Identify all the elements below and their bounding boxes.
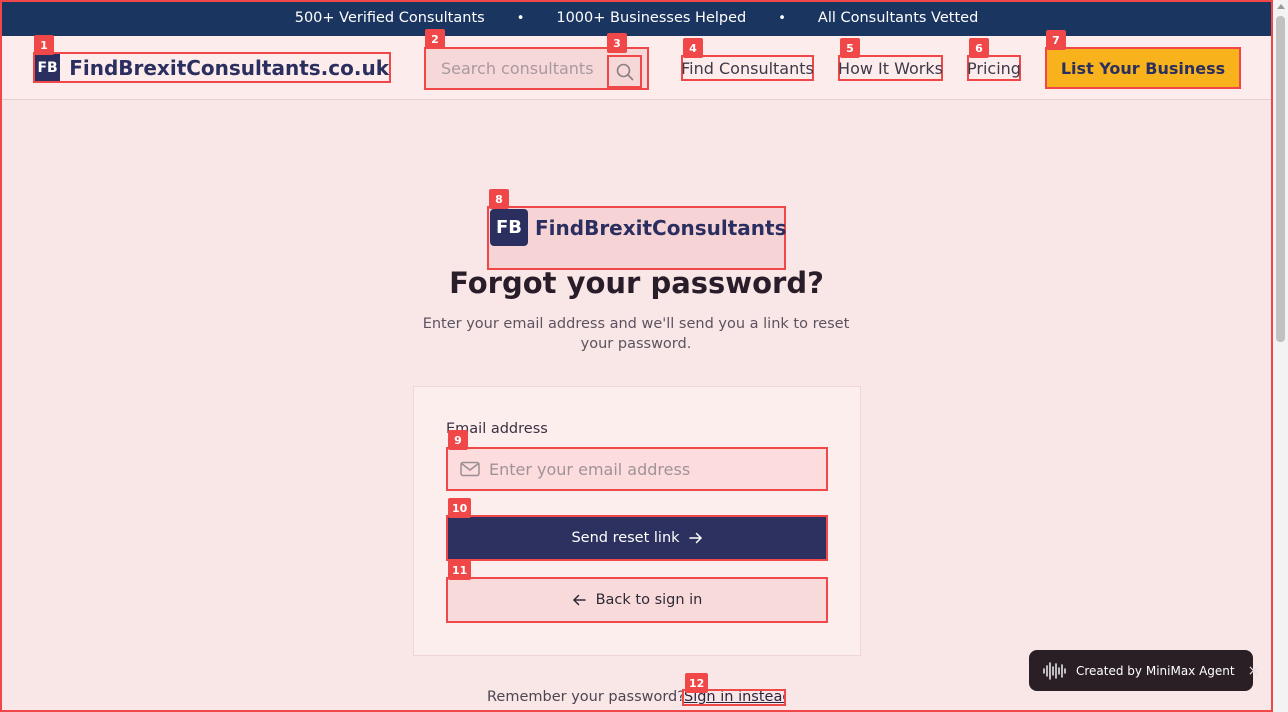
mail-icon xyxy=(460,461,480,477)
back-to-sign-in-button[interactable]: Back to sign in xyxy=(446,577,828,623)
page-title: Forgot your password? xyxy=(449,266,824,300)
logo-mark: FB xyxy=(35,54,61,81)
separator: • xyxy=(516,10,525,26)
announcement-bar: 500+ Verified Consultants • 1000+ Busine… xyxy=(0,0,1273,36)
scroll-up-arrow-icon[interactable] xyxy=(1277,4,1285,9)
site-logo-link[interactable]: FB FindBrexitConsultants.co.uk xyxy=(33,52,391,83)
element-badge: 9 xyxy=(448,430,468,450)
element-badge: 6 xyxy=(969,38,989,58)
element-badge: 4 xyxy=(683,38,703,58)
scrollbar-thumb[interactable] xyxy=(1276,16,1285,342)
search-input[interactable] xyxy=(426,49,604,88)
page-subtitle: Enter your email address and we'll send … xyxy=(422,316,850,352)
stat-consultants-vetted: All Consultants Vetted xyxy=(817,10,979,26)
stat-verified-consultants: 500+ Verified Consultants xyxy=(294,10,485,26)
arrow-right-icon xyxy=(688,532,703,544)
email-field xyxy=(446,447,828,491)
brand-mark: FB xyxy=(490,209,528,246)
nav-find-consultants[interactable]: Find Consultants xyxy=(681,55,814,81)
nav-pricing[interactable]: Pricing xyxy=(967,55,1021,81)
send-reset-link-label: Send reset link xyxy=(571,530,680,546)
search-icon xyxy=(616,63,633,80)
element-badge: 11 xyxy=(448,560,472,580)
remember-password-text: Remember your password? xyxy=(487,689,685,705)
element-badge: 5 xyxy=(840,38,860,58)
element-badge: 2 xyxy=(425,29,445,49)
element-badge: 7 xyxy=(1046,30,1066,50)
list-your-business-button[interactable]: List Your Business xyxy=(1045,47,1241,89)
logo-text: FindBrexitConsultants.co.uk xyxy=(69,55,389,80)
element-badge: 12 xyxy=(685,673,709,693)
nav-how-it-works[interactable]: How It Works xyxy=(838,55,943,81)
send-reset-link-button[interactable]: Send reset link xyxy=(446,515,828,561)
search-box xyxy=(424,47,649,90)
element-badge: 1 xyxy=(34,35,54,55)
created-by-toast: Created by MiniMax Agent × xyxy=(1029,650,1259,691)
email-input[interactable] xyxy=(480,450,826,488)
site-header: FB FindBrexitConsultants.co.uk Find Cons… xyxy=(0,36,1273,100)
separator: • xyxy=(778,10,786,26)
arrow-left-icon xyxy=(572,594,586,606)
stat-businesses-helped: 1000+ Businesses Helped xyxy=(556,10,747,26)
back-to-sign-in-label: Back to sign in xyxy=(595,592,703,608)
close-icon[interactable]: × xyxy=(1248,663,1260,679)
search-button[interactable] xyxy=(607,55,642,88)
toast-text: Created by MiniMax Agent xyxy=(1076,663,1235,678)
element-badge: 3 xyxy=(607,33,627,53)
brand-home-link[interactable]: FB FindBrexitConsultants xyxy=(487,206,786,270)
brand-name: FindBrexitConsultants xyxy=(535,216,787,240)
page-scrollbar[interactable] xyxy=(1273,0,1288,712)
waveform-icon xyxy=(1042,661,1068,681)
element-badge: 10 xyxy=(448,498,472,518)
element-badge: 8 xyxy=(489,189,509,209)
